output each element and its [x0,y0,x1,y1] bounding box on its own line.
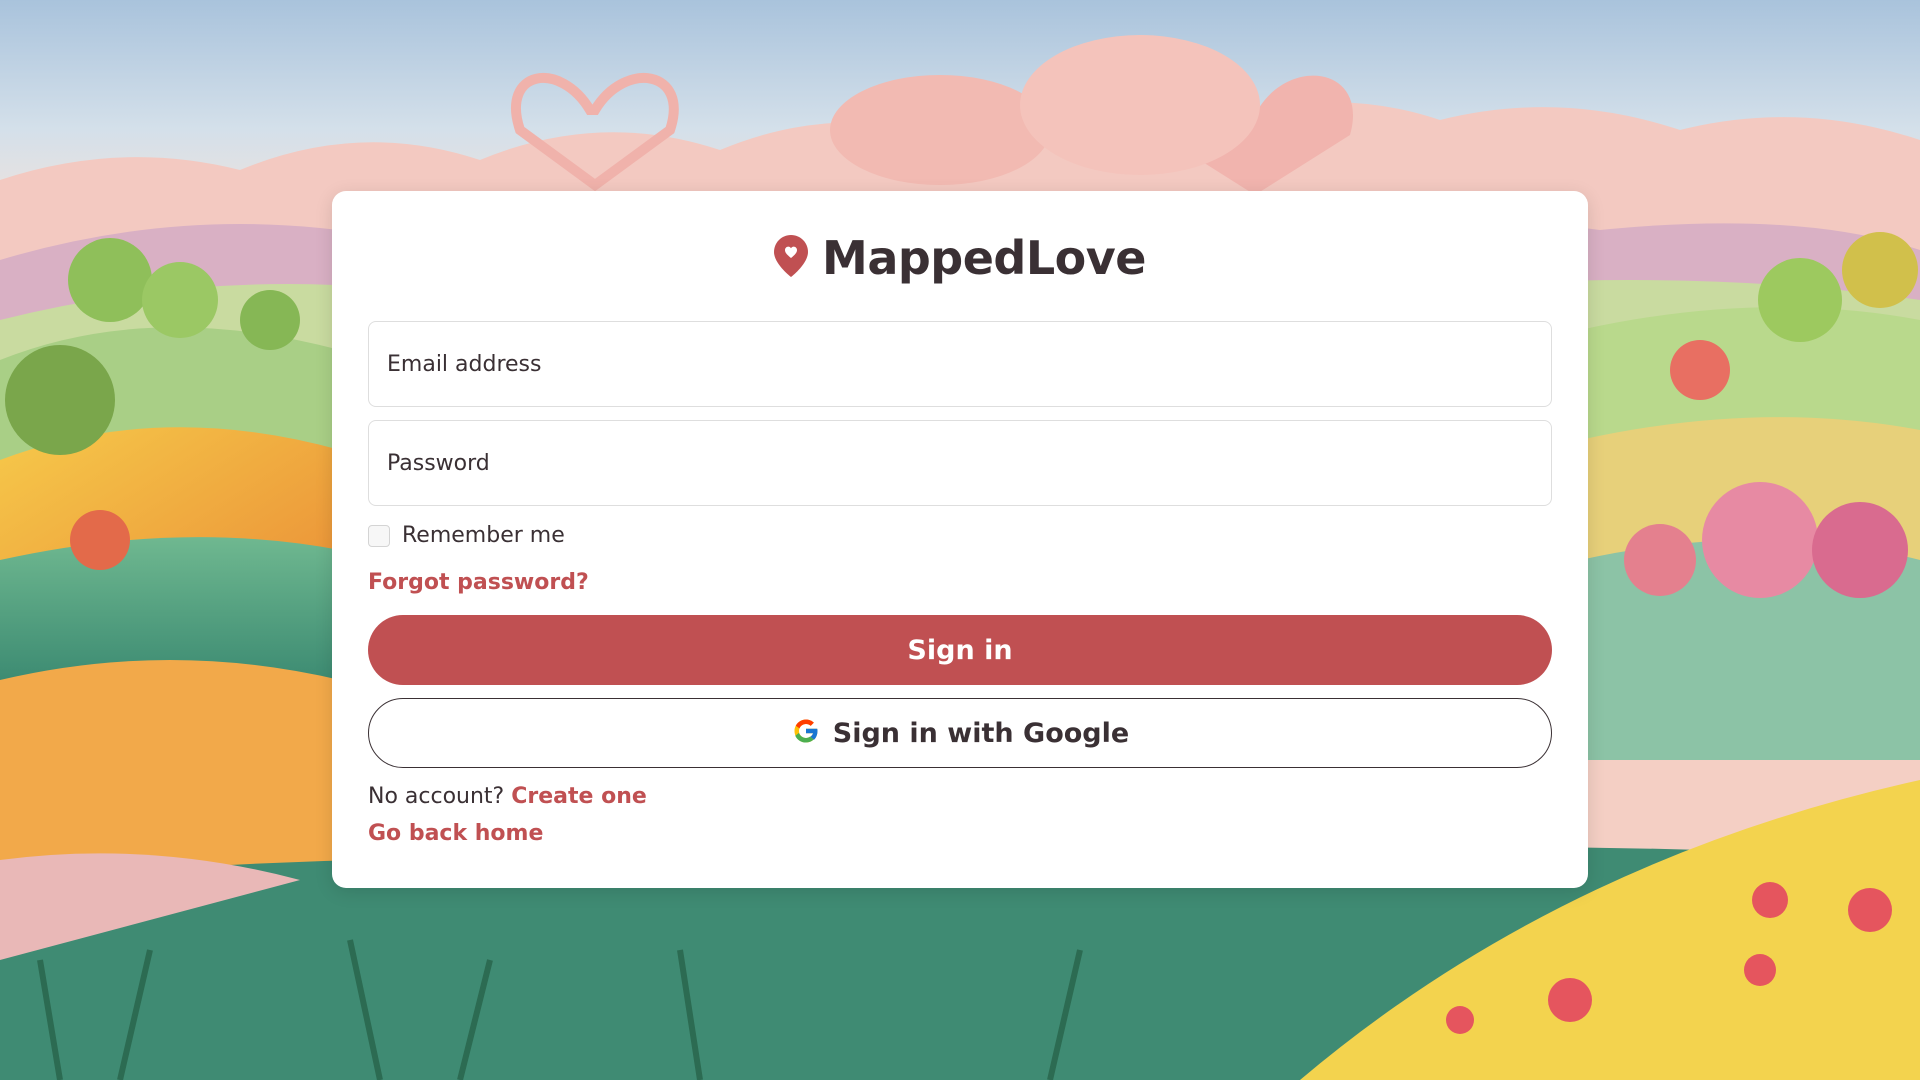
brand-title: MappedLove [822,231,1146,285]
forgot-password-link[interactable]: Forgot password? [368,570,589,595]
password-field-wrapper [368,420,1552,506]
email-field[interactable] [369,322,1551,406]
sign-in-button[interactable]: Sign in [368,615,1552,685]
remember-me-label: Remember me [402,523,565,548]
remember-me-row: Remember me [368,523,565,548]
google-g-icon [791,716,821,750]
create-account-link[interactable]: Create one [511,784,647,809]
no-account-text: No account? [368,784,505,809]
google-sign-in-button[interactable]: Sign in with Google [368,698,1552,768]
remember-me-checkbox[interactable] [368,524,390,547]
brand-header: MappedLove [332,231,1588,285]
password-field[interactable] [369,421,1551,505]
email-field-wrapper [368,321,1552,407]
go-back-home-link[interactable]: Go back home [368,821,543,846]
create-account-row: No account? Create one [368,784,647,809]
map-pin-heart-icon [774,235,809,281]
login-card: MappedLove Remember me Forgot password? … [332,191,1588,888]
google-sign-in-label: Sign in with Google [832,717,1130,749]
